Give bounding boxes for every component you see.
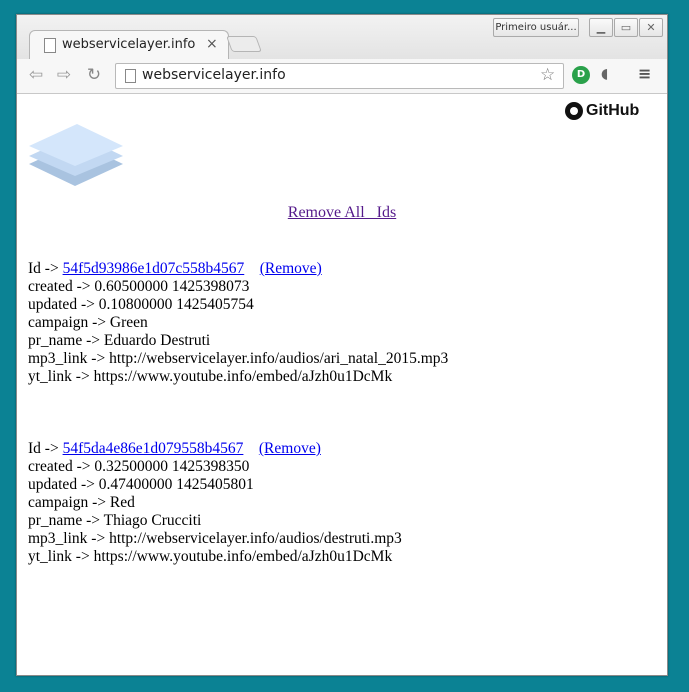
record-id-link[interactable]: 54f5da4e86e1d079558b4567: [63, 440, 244, 457]
remove-record-link[interactable]: (Remove): [260, 260, 322, 277]
record-campaign: campaign -> Red: [28, 494, 135, 511]
record-updated: updated -> 0.47400000 1425405801: [28, 476, 254, 493]
record-mp3-link: mp3_link -> http://webservicelayer.info/…: [28, 530, 402, 547]
maximize-button[interactable]: ▭: [614, 18, 638, 37]
record-updated: updated -> 0.10800000 1425405754: [28, 296, 254, 313]
record-item: Id -> 54f5d93986e1d07c558b4567 (Remove) …: [28, 260, 448, 440]
record-pr-name: pr_name -> Eduardo Destruti: [28, 332, 211, 349]
remove-record-link[interactable]: (Remove): [259, 440, 321, 457]
extension-icon[interactable]: D: [572, 66, 590, 84]
reload-button[interactable]: ↻: [83, 64, 105, 86]
browser-window: Primeiro usuár... ▁ ▭ ✕ webservicelayer.…: [16, 14, 668, 676]
forward-button[interactable]: ⇨: [53, 64, 75, 86]
page-icon: [44, 38, 56, 53]
remove-all-link[interactable]: Remove All Ids: [288, 204, 396, 221]
record-mp3-link: mp3_link -> http://webservicelayer.info/…: [28, 350, 449, 367]
record-created: created -> 0.60500000 1425398073: [28, 278, 250, 295]
url-text[interactable]: webservicelayer.info: [142, 67, 286, 83]
back-button[interactable]: ⇦: [25, 64, 47, 86]
menu-icon[interactable]: ≡: [638, 64, 651, 83]
records-list: Id -> 54f5d93986e1d07c558b4567 (Remove) …: [28, 260, 448, 620]
tab-close-icon[interactable]: ×: [206, 36, 218, 52]
close-icon: ✕: [646, 21, 656, 34]
github-link[interactable]: GitHub: [565, 102, 639, 120]
minimize-button[interactable]: ▁: [589, 18, 613, 37]
title-bar: Primeiro usuár... ▁ ▭ ✕ webservicelayer.…: [17, 15, 667, 61]
record-item: Id -> 54f5da4e86e1d079558b4567 (Remove) …: [28, 440, 448, 620]
record-pr-name: pr_name -> Thiago Crucciti: [28, 512, 202, 529]
record-id-line: Id -> 54f5d93986e1d07c558b4567 (Remove): [28, 260, 448, 278]
profile-button[interactable]: Primeiro usuár...: [493, 18, 579, 37]
address-bar[interactable]: webservicelayer.info ☆: [115, 63, 564, 89]
close-window-button[interactable]: ✕: [639, 18, 663, 37]
id-label: Id ->: [28, 440, 63, 457]
remove-all-container: Remove All Ids: [17, 204, 667, 222]
id-label: Id ->: [28, 260, 63, 277]
record-campaign: campaign -> Green: [28, 314, 148, 331]
minimize-icon: ▁: [596, 21, 606, 34]
record-yt-link: yt_link -> https://www.youtube.info/embe…: [28, 368, 393, 385]
browser-toolbar: ⇦ ⇨ ↻ webservicelayer.info ☆ D ◖ ≡: [17, 59, 667, 94]
record-id-line: Id -> 54f5da4e86e1d079558b4567 (Remove): [28, 440, 448, 458]
record-created: created -> 0.32500000 1425398350: [28, 458, 250, 475]
new-tab-button[interactable]: [226, 36, 262, 52]
maximize-icon: ▭: [620, 21, 632, 34]
github-label: GitHub: [586, 102, 640, 119]
record-yt-link: yt_link -> https://www.youtube.info/embe…: [28, 548, 393, 565]
audio-extension-icon[interactable]: ◖: [601, 66, 608, 82]
bookmark-star-icon[interactable]: ☆: [540, 65, 555, 85]
page-icon: [125, 69, 136, 83]
github-icon: [565, 102, 583, 120]
layers-logo: [29, 124, 123, 186]
page-content: GitHub Remove All Ids Id -> 54f5d93986e1…: [17, 94, 667, 675]
tab-title: webservicelayer.info: [62, 37, 196, 52]
record-id-link[interactable]: 54f5d93986e1d07c558b4567: [63, 260, 245, 277]
tab-webservicelayer[interactable]: webservicelayer.info ×: [29, 30, 229, 61]
